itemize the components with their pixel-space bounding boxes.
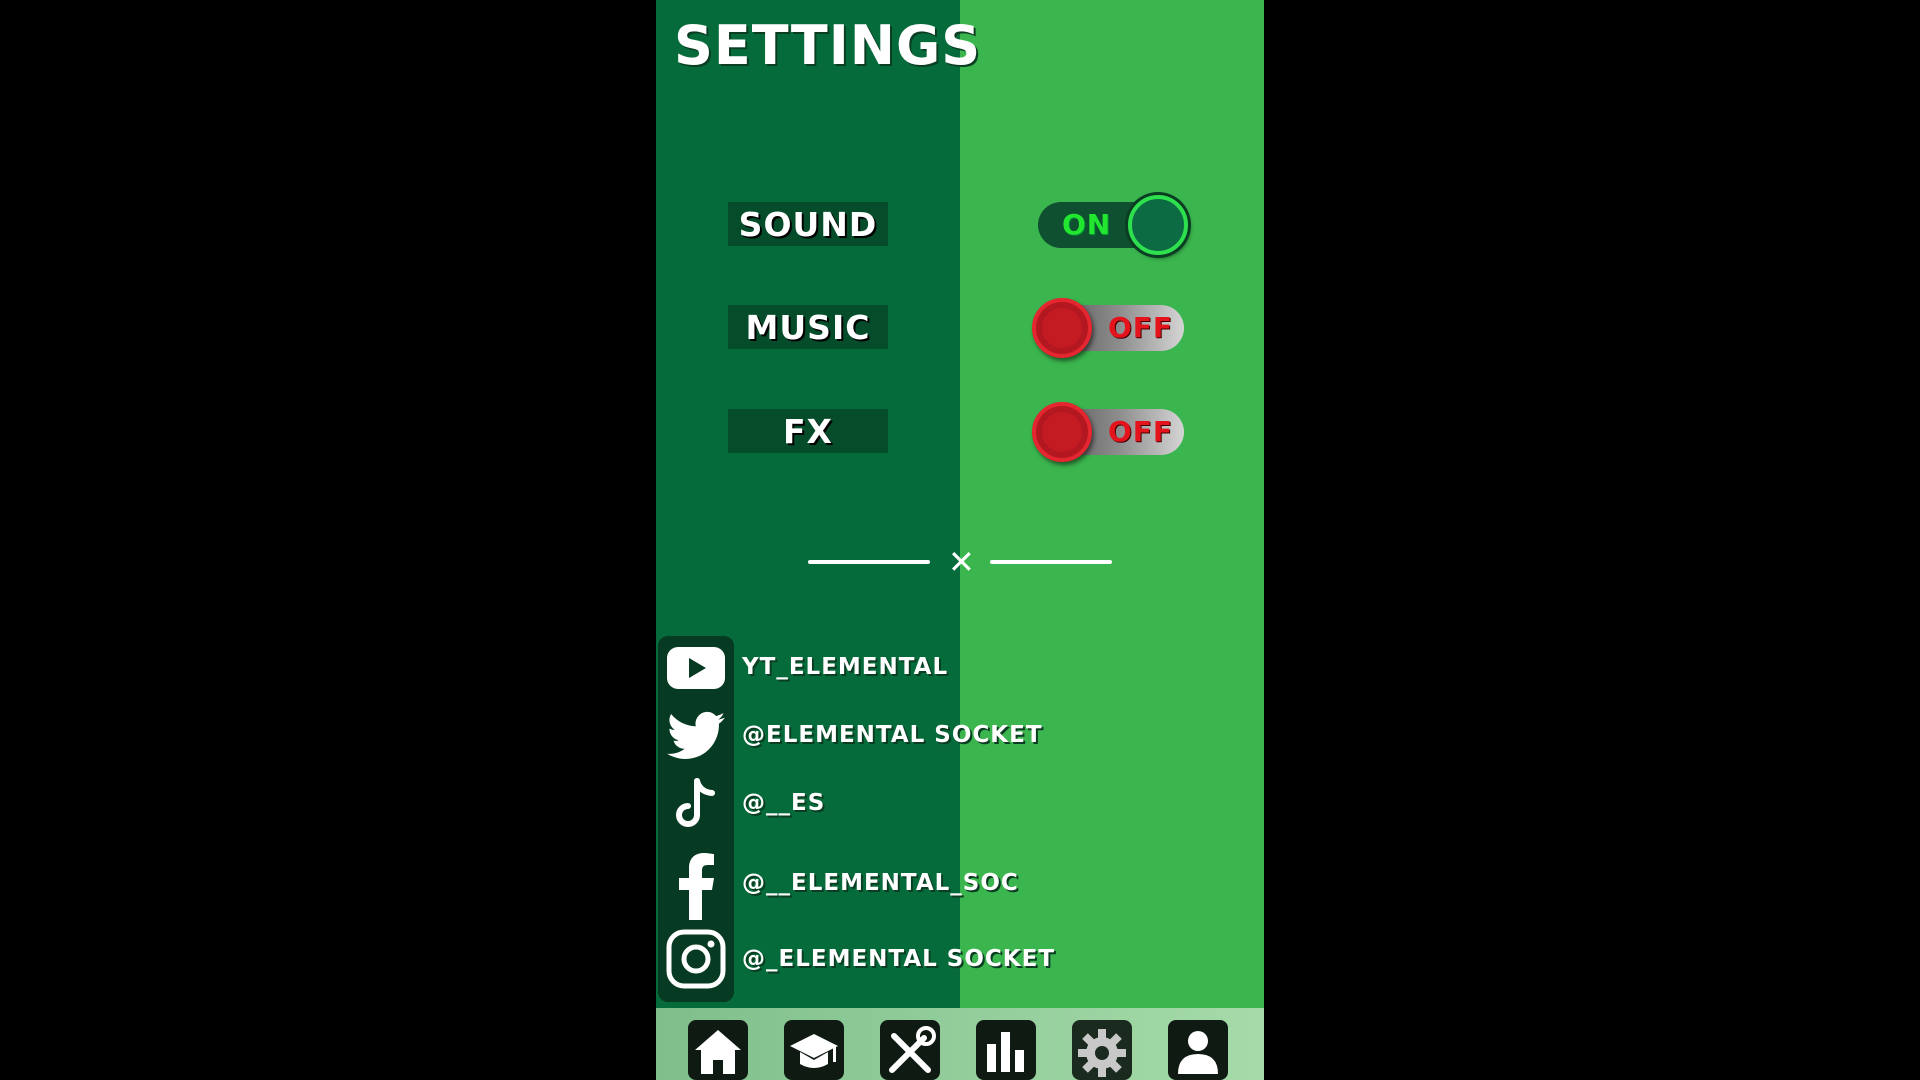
music-label: MUSIC [728, 305, 888, 349]
fx-toggle-state: OFF [1108, 415, 1174, 448]
instagram-handle[interactable]: @_ELEMENTAL SOCKET [742, 946, 1055, 972]
divider-x-icon: ✕ [948, 543, 975, 581]
home-icon[interactable] [688, 1020, 748, 1080]
tiktok-handle[interactable]: @__ES [742, 790, 825, 816]
divider-line-left [808, 560, 930, 564]
youtube-handle[interactable]: YT_ELEMENTAL [742, 654, 948, 680]
graduation-cap-icon[interactable] [784, 1020, 844, 1080]
sound-toggle-state: ON [1062, 208, 1112, 241]
settings-screen: SETTINGS SOUND ON MUSIC OFF FX OFF ✕ YT_… [656, 0, 1264, 1080]
tiktok-icon[interactable] [666, 774, 726, 834]
facebook-icon[interactable] [666, 850, 726, 920]
facebook-handle[interactable]: @__ELEMENTAL_SOC [742, 870, 1019, 896]
bar-chart-icon[interactable] [976, 1020, 1036, 1080]
background-right-panel [960, 0, 1264, 1080]
youtube-icon[interactable] [666, 638, 726, 698]
fx-label: FX [728, 409, 888, 453]
twitter-handle[interactable]: @ELEMENTAL SOCKET [742, 722, 1043, 748]
fx-toggle-knob[interactable] [1032, 402, 1092, 462]
music-toggle[interactable]: OFF [1032, 298, 1184, 358]
page-title: SETTINGS [674, 14, 982, 77]
music-toggle-state: OFF [1108, 311, 1174, 344]
music-toggle-knob[interactable] [1032, 298, 1092, 358]
divider-line-right [990, 560, 1112, 564]
twitter-icon[interactable] [666, 706, 726, 766]
tools-icon[interactable] [880, 1020, 940, 1080]
sound-label: SOUND [728, 202, 888, 246]
user-icon[interactable] [1168, 1020, 1228, 1080]
sound-toggle[interactable]: ON [1038, 195, 1188, 255]
fx-toggle[interactable]: OFF [1032, 402, 1184, 462]
sound-toggle-knob[interactable] [1128, 195, 1188, 255]
bottom-nav [656, 1008, 1264, 1080]
instagram-icon[interactable] [666, 929, 726, 989]
gear-icon[interactable] [1072, 1020, 1132, 1080]
